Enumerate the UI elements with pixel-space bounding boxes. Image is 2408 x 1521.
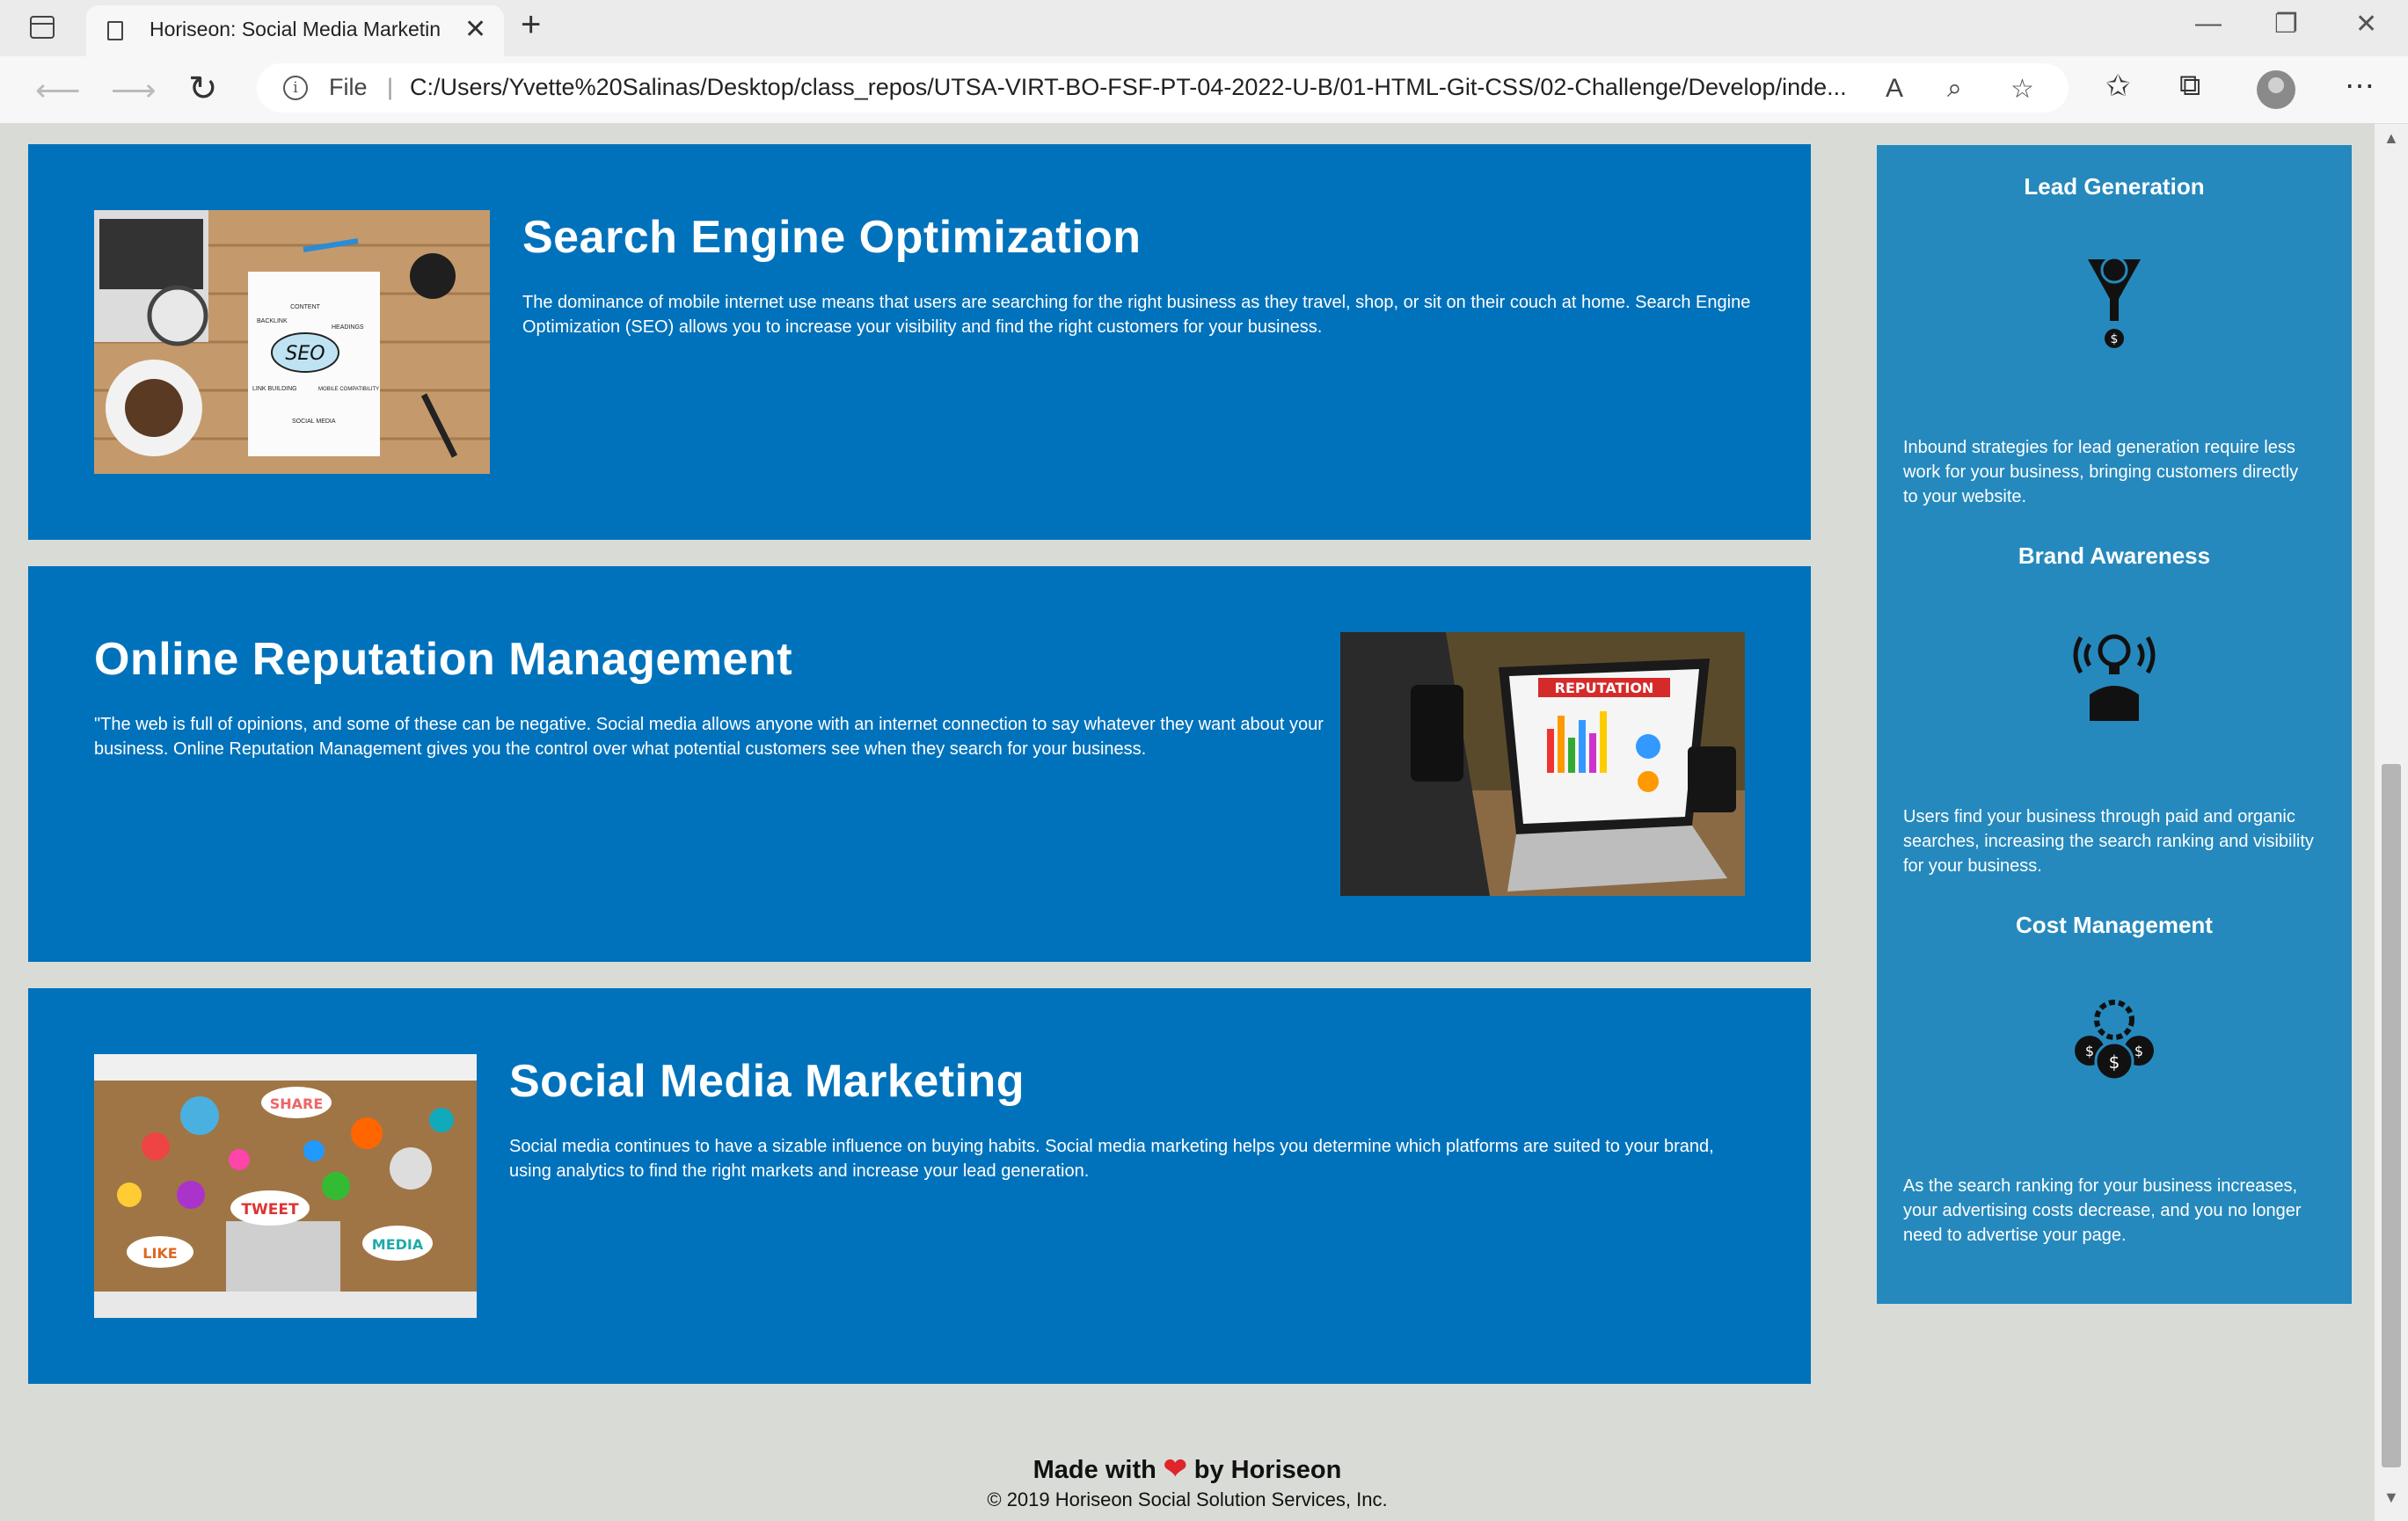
- reputation-text: "The web is full of opinions, and some o…: [94, 715, 1324, 759]
- page-viewport: SEO CONTENT BACKLINK HEADINGS LINK BUILD…: [0, 124, 2375, 1521]
- footer-copyright: © 2019 Horiseon Social Solution Services…: [987, 1488, 1388, 1510]
- seo-link-building-text: LINK BUILDING: [252, 386, 297, 392]
- benefit-brand-awareness-text: Users find your business through paid an…: [1903, 807, 2314, 876]
- seo-headings-text: HEADINGS: [332, 324, 364, 331]
- footer-made-with-text: Made with: [1033, 1456, 1157, 1484]
- zoom-icon[interactable]: ⌕: [1947, 74, 1962, 104]
- reputation-image: REPUTATION: [1340, 632, 1745, 896]
- collections-icon[interactable]: ⧉: [2179, 69, 2200, 103]
- seo-content-text: CONTENT: [290, 304, 321, 310]
- svg-text:$: $: [2109, 1052, 2120, 1073]
- brand-awareness-icon: [2073, 634, 2156, 721]
- seo-title: Search Engine Optimization: [522, 212, 1142, 263]
- benefit-cost-management-text: As the search ranking for your business …: [1903, 1176, 2302, 1245]
- social-like-text: LIKE: [142, 1245, 177, 1262]
- add-favorite-icon[interactable]: ☆: [2010, 74, 2034, 105]
- svg-text:$: $: [2085, 1043, 2094, 1059]
- read-aloud-icon[interactable]: A: [1886, 74, 1903, 104]
- profile-avatar[interactable]: [2257, 70, 2295, 109]
- tab-close-button[interactable]: ✕: [464, 14, 486, 45]
- social-media-text: MEDIA: [372, 1236, 424, 1253]
- svg-text:$: $: [2111, 332, 2119, 346]
- file-label: File: [329, 74, 368, 100]
- social-media-section: SHARE TWEET LIKE MEDIA Social Media Mark…: [28, 988, 1811, 1384]
- scrollbar-thumb[interactable]: [2382, 764, 2401, 1467]
- benefits-sidebar: Lead Generation $ Inbound strategies for…: [1877, 145, 2352, 1304]
- social-tweet-text: TWEET: [241, 1201, 299, 1219]
- scroll-up-icon[interactable]: ▲: [2383, 129, 2399, 148]
- svg-text:$: $: [2134, 1043, 2143, 1059]
- social-media-text-body: Social media continues to have a sizable…: [509, 1137, 1714, 1181]
- seo-backlink-text: BACKLINK: [257, 318, 288, 324]
- scroll-down-icon[interactable]: ▼: [2383, 1488, 2399, 1507]
- minimize-icon[interactable]: —: [2195, 9, 2222, 39]
- seo-social-text: SOCIAL MEDIA: [292, 418, 336, 425]
- footer-by-text: by Horiseon: [1193, 1456, 1342, 1484]
- browser-chrome: Horiseon: Social Media Marketin ✕ + — ❐ …: [0, 0, 2408, 124]
- seo-image: SEO CONTENT BACKLINK HEADINGS LINK BUILD…: [94, 210, 490, 474]
- tab-actions-icon[interactable]: [30, 16, 55, 39]
- close-window-icon[interactable]: ✕: [2355, 9, 2377, 40]
- address-bar-row: ⟵ ⟶ ↻ i File | C:/Users/Yvette%20Salinas…: [0, 56, 2408, 123]
- reputation-banner-text: REPUTATION: [1555, 680, 1654, 696]
- address-separator: |: [387, 74, 394, 100]
- benefit-lead-generation-text: Inbound strategies for lead generation r…: [1903, 438, 2299, 506]
- cost-management-icon: $ $ $: [2075, 1000, 2154, 1081]
- forward-icon[interactable]: ⟶: [111, 72, 157, 109]
- social-media-title: Social Media Marketing: [509, 1056, 1025, 1107]
- more-menu-icon[interactable]: ⋯: [2345, 69, 2375, 104]
- seo-mobile-text: MOBILE COMPATIBILITY: [318, 387, 379, 392]
- vertical-scrollbar[interactable]: ▲ ▼: [2375, 124, 2408, 1521]
- url-text[interactable]: C:/Users/Yvette%20Salinas/Desktop/class_…: [410, 74, 1914, 101]
- new-tab-button[interactable]: +: [521, 5, 541, 45]
- heart-icon: ❤: [1163, 1452, 1187, 1484]
- reputation-section: Online Reputation Management "The web is…: [28, 566, 1811, 962]
- back-icon[interactable]: ⟵: [35, 72, 81, 109]
- favorites-icon[interactable]: ✩: [2105, 69, 2131, 104]
- benefit-lead-generation-title: Lead Generation: [2024, 173, 2205, 200]
- lead-generation-icon: $: [2088, 256, 2141, 348]
- info-icon[interactable]: i: [283, 76, 308, 100]
- restore-icon[interactable]: ❐: [2274, 9, 2298, 40]
- reload-icon[interactable]: ↻: [188, 69, 218, 109]
- seo-section: SEO CONTENT BACKLINK HEADINGS LINK BUILD…: [28, 144, 1811, 540]
- seo-center-text: SEO: [285, 343, 325, 365]
- file-icon: [107, 21, 123, 40]
- seo-text: The dominance of mobile internet use mea…: [522, 293, 1751, 337]
- tab-title: Horiseon: Social Media Marketin: [150, 18, 441, 40]
- benefit-cost-management-title: Cost Management: [2016, 912, 2213, 938]
- reputation-title: Online Reputation Management: [94, 634, 793, 685]
- tab-strip: Horiseon: Social Media Marketin ✕ + — ❐ …: [0, 0, 2408, 56]
- browser-tab[interactable]: Horiseon: Social Media Marketin ✕: [86, 5, 504, 56]
- social-media-image: SHARE TWEET LIKE MEDIA: [94, 1054, 477, 1318]
- address-bar[interactable]: i File | C:/Users/Yvette%20Salinas/Deskt…: [257, 63, 2069, 113]
- benefit-brand-awareness-title: Brand Awareness: [2018, 542, 2211, 569]
- footer-made-with: Made with ❤ by Horiseon: [0, 1452, 2375, 1485]
- social-share-text: SHARE: [270, 1095, 324, 1112]
